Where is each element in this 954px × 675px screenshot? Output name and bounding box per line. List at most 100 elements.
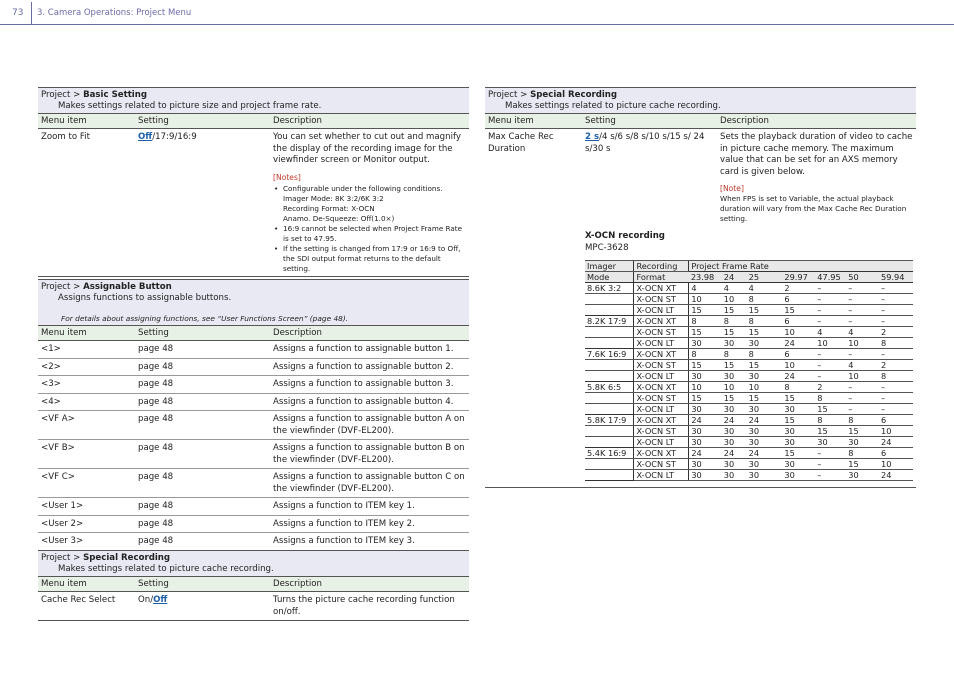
duration-value: 30 <box>846 436 880 448</box>
recording-format: X-OCN LT <box>633 370 689 382</box>
duration-value: 4 <box>721 282 747 294</box>
menu-path: Project > Special Recording <box>488 90 618 100</box>
duration-value: – <box>815 282 847 294</box>
duration-value: 8 <box>721 348 747 360</box>
table-row: <User 3> page 48 Assigns a function to ITE… <box>38 532 469 551</box>
col-description: Description <box>270 325 469 341</box>
duration-value: 2 <box>879 359 913 371</box>
table-row: X-OCN LT 30 30 30 30–30 24 <box>585 469 913 481</box>
duration-value: 8 <box>746 293 783 305</box>
duration-value: 30 <box>688 370 722 382</box>
duration-value: 6 <box>879 414 913 426</box>
table-row: Cache Rec Select On/Off Turns the pictur… <box>38 591 469 621</box>
imager-mode-span <box>585 403 634 415</box>
duration-value: 24 <box>782 370 816 382</box>
table-row: X-OCN LT 30 30 30 24 10 10 8 <box>585 337 913 349</box>
description: Assigns a function to assignable button … <box>270 340 469 359</box>
imager-mode: 7.6K 16:9 <box>585 348 634 360</box>
description: Sets the playback duration of video to c… <box>720 132 913 223</box>
duration-value: 4 <box>846 359 880 371</box>
duration-value: 15 <box>815 425 847 437</box>
duration-value: 8 <box>879 337 913 349</box>
duration-value: 8 <box>815 414 847 426</box>
duration-value: 30 <box>846 469 880 481</box>
description: Assigns a function to assignable button … <box>270 439 469 469</box>
col-imager-mode: Imager <box>585 260 634 272</box>
recording-format: X-OCN XT <box>633 315 689 327</box>
setting-value: page 48 <box>135 358 270 376</box>
menu-path: Project > Basic Setting <box>41 90 148 100</box>
table-row: X-OCN recording MPC-3628 Imager Recordin… <box>485 226 916 488</box>
col-setting: Setting <box>582 113 717 129</box>
default-setting[interactable]: Off <box>138 132 152 142</box>
imager-mode: 5.8K 6:5 <box>585 381 634 393</box>
col-rate: 23.98 <box>688 271 722 283</box>
notes-list: Configurable under the following conditi… <box>273 184 466 274</box>
duration-value: 30 <box>721 370 747 382</box>
duration-value: 10 <box>879 425 913 437</box>
col-setting: Setting <box>135 576 270 592</box>
duration-value: 10 <box>721 381 747 393</box>
recording-format: X-OCN XT <box>633 414 689 426</box>
notes-label: [Notes] <box>273 172 301 182</box>
default-setting[interactable]: Off <box>153 595 167 605</box>
recording-format: X-OCN XT <box>633 381 689 393</box>
duration-value: 30 <box>782 425 816 437</box>
menu-table: Menu item Setting Description Zoom to Fi… <box>38 113 469 277</box>
table-row: X-OCN LT 15 15 15 15– – – <box>585 304 913 316</box>
menu-item: <User 1> <box>38 497 135 516</box>
duration-value: 24 <box>879 436 913 448</box>
duration-value: 30 <box>688 436 722 448</box>
table-row: Zoom to Fit Off/17:9/16:9 You can set wh… <box>38 128 469 277</box>
duration-value: 24 <box>879 469 913 481</box>
duration-value: – <box>815 359 847 371</box>
imager-mode-span <box>585 392 634 404</box>
description: Assigns a function to assignable button … <box>270 375 469 394</box>
duration-value: – <box>879 282 913 294</box>
duration-value: 30 <box>746 403 783 415</box>
duration-value: 8 <box>846 447 880 459</box>
duration-value: 30 <box>746 337 783 349</box>
imager-mode: 5.8K 17:9 <box>585 414 634 426</box>
duration-value: 30 <box>746 458 783 470</box>
col-rate: 24 <box>721 271 747 283</box>
menu-path: Project > Special Recording <box>41 553 171 563</box>
recording-format: X-OCN ST <box>633 392 689 404</box>
duration-value: 15 <box>782 304 816 316</box>
col-imager-mode-2: Mode <box>585 271 634 283</box>
note-text: When FPS is set to Variable, the actual … <box>720 194 907 223</box>
duration-value: 24 <box>688 414 722 426</box>
duration-value: 30 <box>688 403 722 415</box>
duration-value: 2 <box>815 381 847 393</box>
duration-value: – <box>846 381 880 393</box>
duration-value: 15 <box>746 359 783 371</box>
duration-value: 4 <box>688 282 722 294</box>
reference-note: For details about assigning functions, s… <box>61 314 349 323</box>
description: You can set whether to cut out and magni… <box>270 128 469 277</box>
menu-item: <VF C> <box>38 468 135 498</box>
table-row: X-OCN LT 30 30 30 30 30 30 24 <box>585 436 913 448</box>
setting-value: page 48 <box>135 439 270 469</box>
duration-value: 2 <box>782 282 816 294</box>
duration-value: 15 <box>721 359 747 371</box>
duration-value: 8 <box>721 315 747 327</box>
duration-value: 6 <box>782 293 816 305</box>
default-setting[interactable]: 2 s <box>585 132 599 142</box>
duration-value: 8 <box>688 315 722 327</box>
duration-value: 8 <box>846 414 880 426</box>
duration-value: – <box>815 458 847 470</box>
duration-value: 30 <box>782 403 816 415</box>
duration-value: – <box>846 315 880 327</box>
description: Assigns a function to ITEM key 3. <box>270 532 469 551</box>
imager-mode-span <box>585 458 634 470</box>
duration-value: 10 <box>846 370 880 382</box>
duration-value: 24 <box>721 447 747 459</box>
duration-value: 15 <box>746 392 783 404</box>
col-rate: 25 <box>746 271 783 283</box>
table-row: X-OCN ST 10 10 8 6– – – <box>585 293 913 305</box>
recording-format: X-OCN LT <box>633 469 689 481</box>
duration-value: 30 <box>688 425 722 437</box>
table-row: 8.6K 3:2 X-OCN XT 4 4 4 2– – – <box>585 282 913 294</box>
duration-value: 4 <box>815 326 847 338</box>
setting-value: Off/17:9/16:9 <box>135 128 270 277</box>
